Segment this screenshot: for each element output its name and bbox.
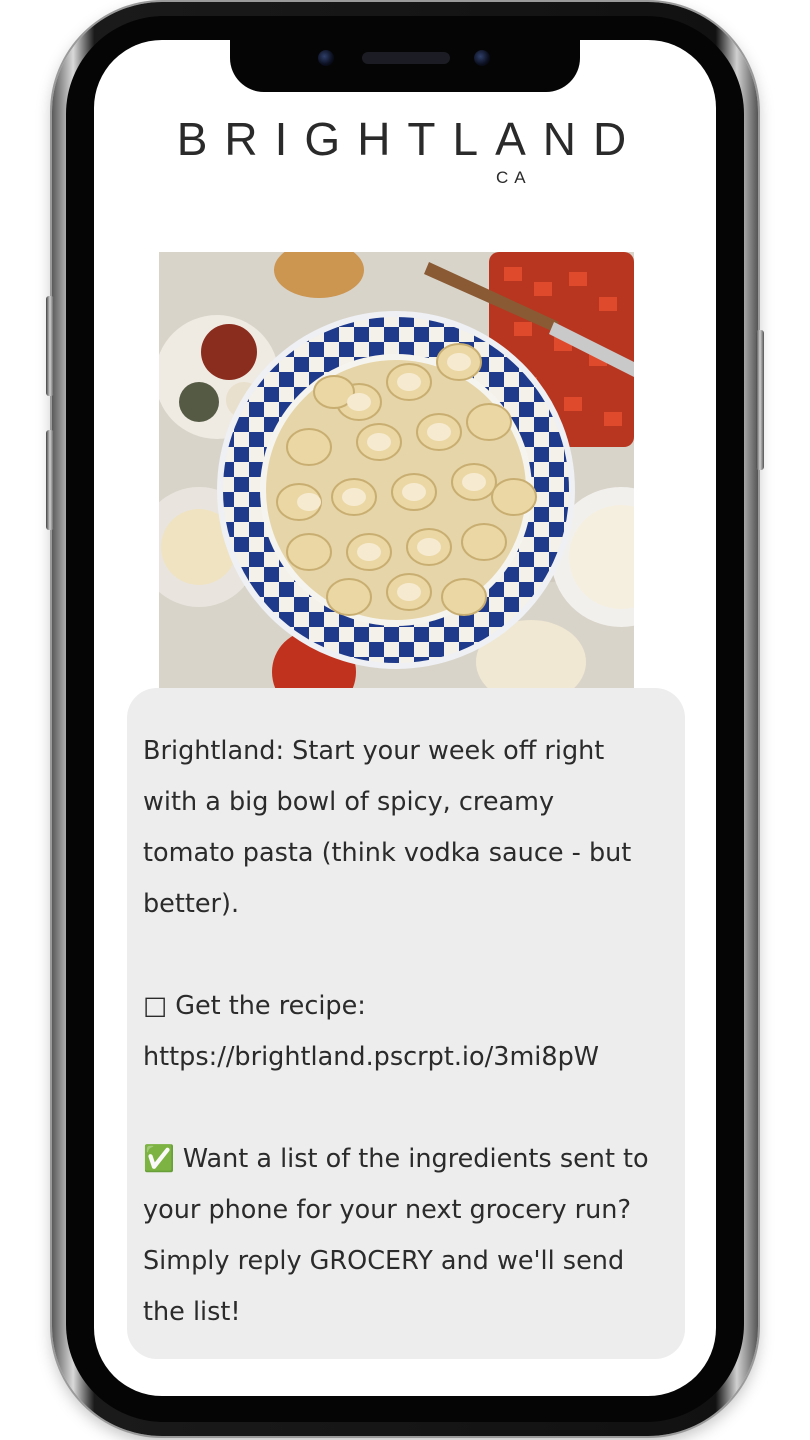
message-line: Simply reply GROCERY and we'll send — [143, 1246, 625, 1276]
message-line: Brightland: Start your week off right — [143, 736, 605, 766]
message-text: Brightland: Start your week off right wit… — [143, 726, 663, 1338]
left-side-button-bottom — [46, 430, 54, 530]
pasta-illustration — [159, 252, 634, 688]
message-line: ✅ Want a list of the ingredients sent to — [143, 1144, 649, 1174]
phone-screen: BRIGHTLAND CA Brightland: Start your wee… — [94, 40, 716, 1396]
message-line: □ Get the recipe: — [143, 991, 366, 1021]
right-side-button — [756, 330, 764, 470]
pasta-photo[interactable] — [159, 252, 634, 688]
message-line: better). — [143, 889, 240, 919]
message-line: your phone for your next grocery run? — [143, 1195, 631, 1225]
left-side-button-top — [46, 296, 54, 396]
brand-logo: BRIGHTLAND — [176, 113, 644, 165]
earpiece-speaker — [362, 52, 450, 64]
message-line[interactable]: https://brightland.pscrpt.io/3mi8pW — [143, 1032, 663, 1083]
message-line: with a big bowl of spicy, creamy — [143, 787, 555, 817]
message-line: tomato pasta (think vodka sauce - but — [143, 838, 632, 868]
brand-logo-sub: CA — [496, 168, 532, 187]
sensor-icon — [474, 50, 490, 66]
message-bubble[interactable]: Brightland: Start your week off right wit… — [127, 688, 685, 1359]
phone-notch — [230, 36, 580, 92]
front-camera-icon — [318, 50, 334, 66]
message-line: the list! — [143, 1297, 241, 1327]
